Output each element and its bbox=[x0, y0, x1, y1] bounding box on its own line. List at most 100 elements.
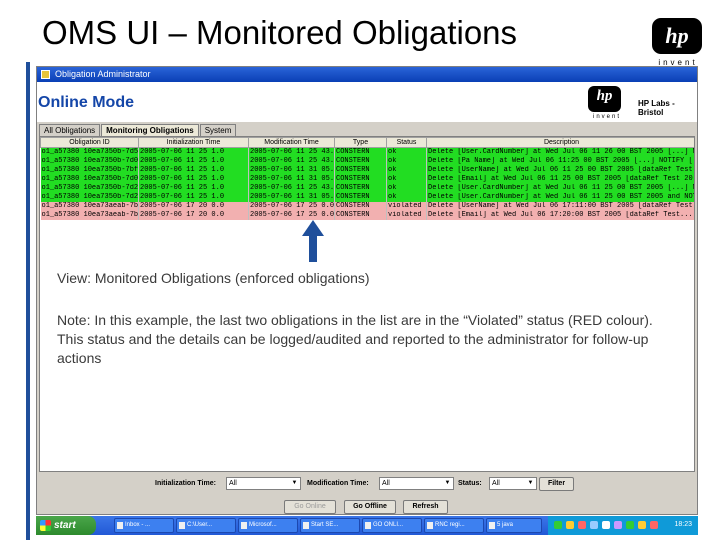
cell-id: o1_a57380 10ea7350b-7bf5 bbox=[40, 166, 139, 175]
start-button[interactable]: start bbox=[36, 516, 96, 535]
go-offline-button[interactable]: Go Offline bbox=[344, 500, 396, 514]
chevron-down-icon: ▼ bbox=[444, 480, 451, 486]
cell-init: 2005-07-06 11 25 1.0 bbox=[138, 175, 249, 184]
table-row-violated[interactable]: o1_a57380 10ea73aeab-7b71 2005-07-06 17 … bbox=[40, 202, 694, 211]
table-row[interactable]: o1_a57380 10ea7350b-7d0b 2005-07-06 11 2… bbox=[40, 175, 694, 184]
note-annotation: Note: In this example, the last two obli… bbox=[57, 312, 653, 366]
tray-icon[interactable] bbox=[578, 521, 586, 529]
network-icon[interactable] bbox=[554, 521, 562, 529]
clock: 18:23 bbox=[674, 521, 692, 528]
init-time-label: Initialization Time: bbox=[155, 480, 216, 487]
table-row[interactable]: o1_a57380 10ea7350b-7d29 2005-07-06 11 2… bbox=[40, 184, 694, 193]
taskbar: start Inbox - ... C:\User... Microsof...… bbox=[36, 516, 698, 535]
system-tray: 18:23 bbox=[548, 516, 698, 535]
cell-id: o1_a57380 10ea7350b-7d0b bbox=[40, 175, 139, 184]
cell-type: CONSTERN bbox=[334, 147, 387, 157]
mod-time-label: Modification Time: bbox=[307, 480, 369, 487]
cell-mod: 2005-07-06 11 31 05.0 bbox=[248, 193, 335, 202]
column-header-description[interactable]: Description bbox=[426, 137, 694, 148]
tray-icon[interactable] bbox=[566, 521, 574, 529]
cell-id: o1_a57380 10ea7350b-7d59 bbox=[40, 147, 139, 157]
tab-monitoring-obligations[interactable]: Monitoring Obligations bbox=[101, 124, 199, 136]
table-row[interactable]: o1_a57380 10ea7350b-7bf5 2005-07-06 11 2… bbox=[40, 166, 695, 175]
cell-status: violated bbox=[386, 202, 427, 211]
filter-button[interactable]: Filter bbox=[539, 477, 574, 491]
cell-type: CONSTERN bbox=[334, 175, 387, 184]
hp-logo-small: hp bbox=[588, 86, 621, 112]
windows-logo-icon bbox=[40, 520, 51, 531]
app-window: Obligation Administrator Online Mode hp … bbox=[36, 66, 698, 515]
init-time-value: All bbox=[229, 480, 237, 487]
tray-icon[interactable] bbox=[626, 521, 634, 529]
column-header-type[interactable]: Type bbox=[334, 137, 387, 148]
hp-logo: hp bbox=[652, 18, 702, 54]
status-label: Status: bbox=[458, 480, 482, 487]
taskbar-item-go-online[interactable]: GO ONLI... bbox=[362, 518, 422, 533]
app-header: Online Mode hp invent HP Labs - Bristol bbox=[37, 82, 697, 122]
mail-icon bbox=[117, 522, 123, 529]
cell-init: 2005-07-06 11 25 1.0 bbox=[138, 184, 249, 193]
hp-invent-small-label: invent bbox=[592, 114, 621, 120]
chevron-down-icon: ▼ bbox=[527, 480, 534, 486]
tray-icon[interactable] bbox=[614, 521, 622, 529]
window-title: Obligation Administrator bbox=[55, 69, 151, 79]
cell-description: Delete [UserName] at Wed Jul 06 11 25 00… bbox=[426, 166, 695, 175]
table-row-violated[interactable]: o1_a57380 10ea73aeab-7b70 2005-07-06 17 … bbox=[40, 211, 694, 220]
cell-type: CONSTERN bbox=[334, 202, 387, 211]
window-titlebar[interactable]: Obligation Administrator bbox=[37, 67, 697, 82]
cell-id: o1_a57380 10ea7350b-7d29 bbox=[40, 184, 139, 193]
tray-icon[interactable] bbox=[638, 521, 646, 529]
slide-title: OMS UI – Monitored Obligations bbox=[42, 14, 518, 51]
table-header-row: Obligation ID Initialization Time Modifi… bbox=[40, 137, 694, 148]
hp-logo-text: hp bbox=[665, 23, 689, 48]
cell-status: ok bbox=[386, 157, 427, 166]
cell-init: 2005-07-06 17 20 0.0 bbox=[138, 211, 249, 220]
cell-description: Delete [Email] at Wed Jul 06 17:20:00 BS… bbox=[426, 211, 694, 220]
table-row[interactable]: o1_a57380 10ea7350b-7d2b 2005-07-06 11 2… bbox=[40, 193, 694, 202]
column-header-status[interactable]: Status bbox=[386, 137, 427, 148]
column-header-id[interactable]: Obligation ID bbox=[40, 137, 139, 148]
cell-status: ok bbox=[386, 147, 427, 157]
init-time-select[interactable]: All ▼ bbox=[226, 477, 301, 490]
cell-mod: 2005-07-06 11 31 05.0 bbox=[248, 166, 335, 175]
start-label: start bbox=[54, 520, 76, 531]
column-header-mod[interactable]: Modification Time bbox=[248, 137, 335, 148]
refresh-button[interactable]: Refresh bbox=[403, 500, 448, 514]
taskbar-item-java[interactable]: 5 java bbox=[486, 518, 542, 533]
tray-icon[interactable] bbox=[650, 521, 658, 529]
cell-type: CONSTERN bbox=[334, 157, 387, 166]
cell-id: o1_a57380 10ea73aeab-7b71 bbox=[40, 202, 139, 211]
cell-status: violated bbox=[386, 211, 427, 220]
view-annotation: View: Monitored Obligations (enforced ob… bbox=[57, 270, 370, 286]
filter-bar: Initialization Time: All ▼ Modification … bbox=[37, 476, 697, 492]
taskbar-item-start-se[interactable]: Start SE... bbox=[300, 518, 360, 533]
cell-type: CONSTERN bbox=[334, 184, 387, 193]
tab-all-obligations[interactable]: All Obligations bbox=[39, 124, 101, 136]
console-icon bbox=[427, 522, 433, 529]
obligations-table-panel: Obligation ID Initialization Time Modifi… bbox=[39, 136, 695, 472]
cell-status: ok bbox=[386, 166, 427, 175]
lab-label: HP Labs - Bristol bbox=[638, 99, 675, 117]
column-header-init[interactable]: Initialization Time bbox=[138, 137, 249, 148]
taskbar-item-inbox[interactable]: Inbox - ... bbox=[114, 518, 174, 533]
status-value: All bbox=[492, 480, 500, 487]
tray-icon[interactable] bbox=[602, 521, 610, 529]
taskbar-item-rnc[interactable]: RNC regi... bbox=[424, 518, 484, 533]
taskbar-item-microsoft[interactable]: Microsof... bbox=[238, 518, 298, 533]
table-row[interactable]: o1_a57380 10ea7350b-7d59 2005-07-06 11 2… bbox=[40, 147, 694, 157]
status-select[interactable]: All ▼ bbox=[489, 477, 537, 490]
cell-init: 2005-07-06 11 25 1.0 bbox=[138, 166, 249, 175]
console-icon bbox=[303, 522, 309, 529]
cell-status: ok bbox=[386, 184, 427, 193]
table-row[interactable]: o1_a57380 10ea7350b-7d0c 2005-07-06 11 2… bbox=[40, 157, 694, 166]
document-icon bbox=[241, 522, 247, 529]
taskbar-item-explorer[interactable]: C:\User... bbox=[176, 518, 236, 533]
tray-icon[interactable] bbox=[590, 521, 598, 529]
accent-bar bbox=[26, 62, 30, 540]
mod-time-select[interactable]: All ▼ bbox=[379, 477, 454, 490]
tab-system[interactable]: System bbox=[199, 124, 237, 136]
folder-icon bbox=[179, 522, 185, 529]
go-online-button[interactable]: Go Online bbox=[284, 500, 336, 514]
arrow-shaft bbox=[309, 234, 317, 262]
cell-description: Delete [User.CardNumber] at Wed Jul 06 1… bbox=[426, 193, 694, 202]
